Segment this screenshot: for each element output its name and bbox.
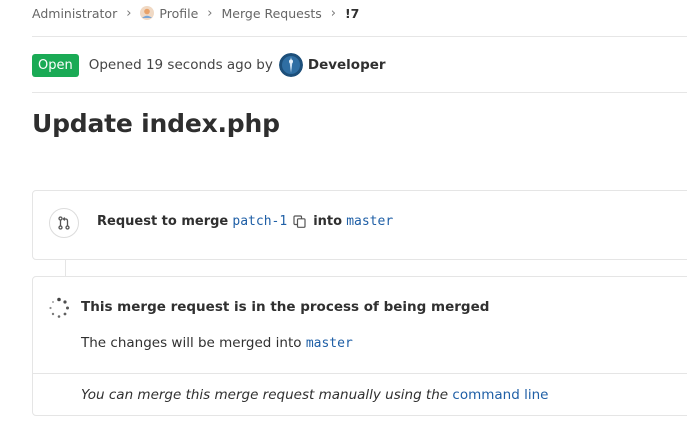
merge-request-icon: [49, 208, 79, 238]
branch-merge-line: Request to merge patch-1 into master: [97, 214, 393, 229]
merge-card-divider: [33, 373, 687, 374]
author-avatar[interactable]: [278, 53, 303, 77]
into-label: into: [313, 214, 343, 229]
target-branch[interactable]: master: [346, 214, 393, 229]
manual-merge-text: You can merge this merge request manuall…: [81, 387, 449, 403]
mr-status-row: Open Opened 19 seconds ago by Developer: [32, 53, 386, 77]
loading-spinner-icon: [49, 297, 69, 318]
merge-target-branch[interactable]: master: [306, 336, 353, 351]
source-branch[interactable]: patch-1: [232, 214, 287, 229]
breadcrumb-current[interactable]: !7: [345, 6, 359, 21]
breadcrumb-root[interactable]: Administrator: [32, 6, 117, 21]
card-connector: [65, 259, 66, 276]
merge-status-title: This merge request is in the process of …: [81, 299, 490, 315]
command-line-link[interactable]: command line: [452, 387, 548, 403]
header-divider: [32, 36, 687, 37]
breadcrumb-separator: ›: [207, 5, 213, 21]
breadcrumb-profile[interactable]: Profile: [159, 6, 198, 21]
merge-desc-text: The changes will be merged into: [81, 335, 302, 351]
branch-info-card: Request to merge patch-1 into master: [32, 190, 687, 260]
breadcrumb: Administrator › Profile › Merge Requests…: [32, 4, 359, 22]
opened-text: Opened 19 seconds ago by: [88, 57, 273, 73]
manual-merge-note: You can merge this merge request manuall…: [81, 387, 548, 403]
merge-status-description: The changes will be merged into master: [81, 335, 353, 351]
merge-status-card: This merge request is in the process of …: [32, 276, 687, 416]
breadcrumb-separator: ›: [126, 5, 132, 21]
page-title: Update index.php: [32, 109, 280, 138]
breadcrumb-separator: ›: [330, 5, 336, 21]
status-badge: Open: [32, 53, 79, 77]
request-to-merge-label: Request to merge: [97, 214, 229, 229]
breadcrumb-merge-requests[interactable]: Merge Requests: [222, 6, 322, 21]
copy-icon[interactable]: [293, 215, 306, 228]
title-divider: [32, 92, 687, 93]
profile-avatar-icon: [140, 6, 155, 20]
author-name[interactable]: Developer: [308, 57, 386, 73]
